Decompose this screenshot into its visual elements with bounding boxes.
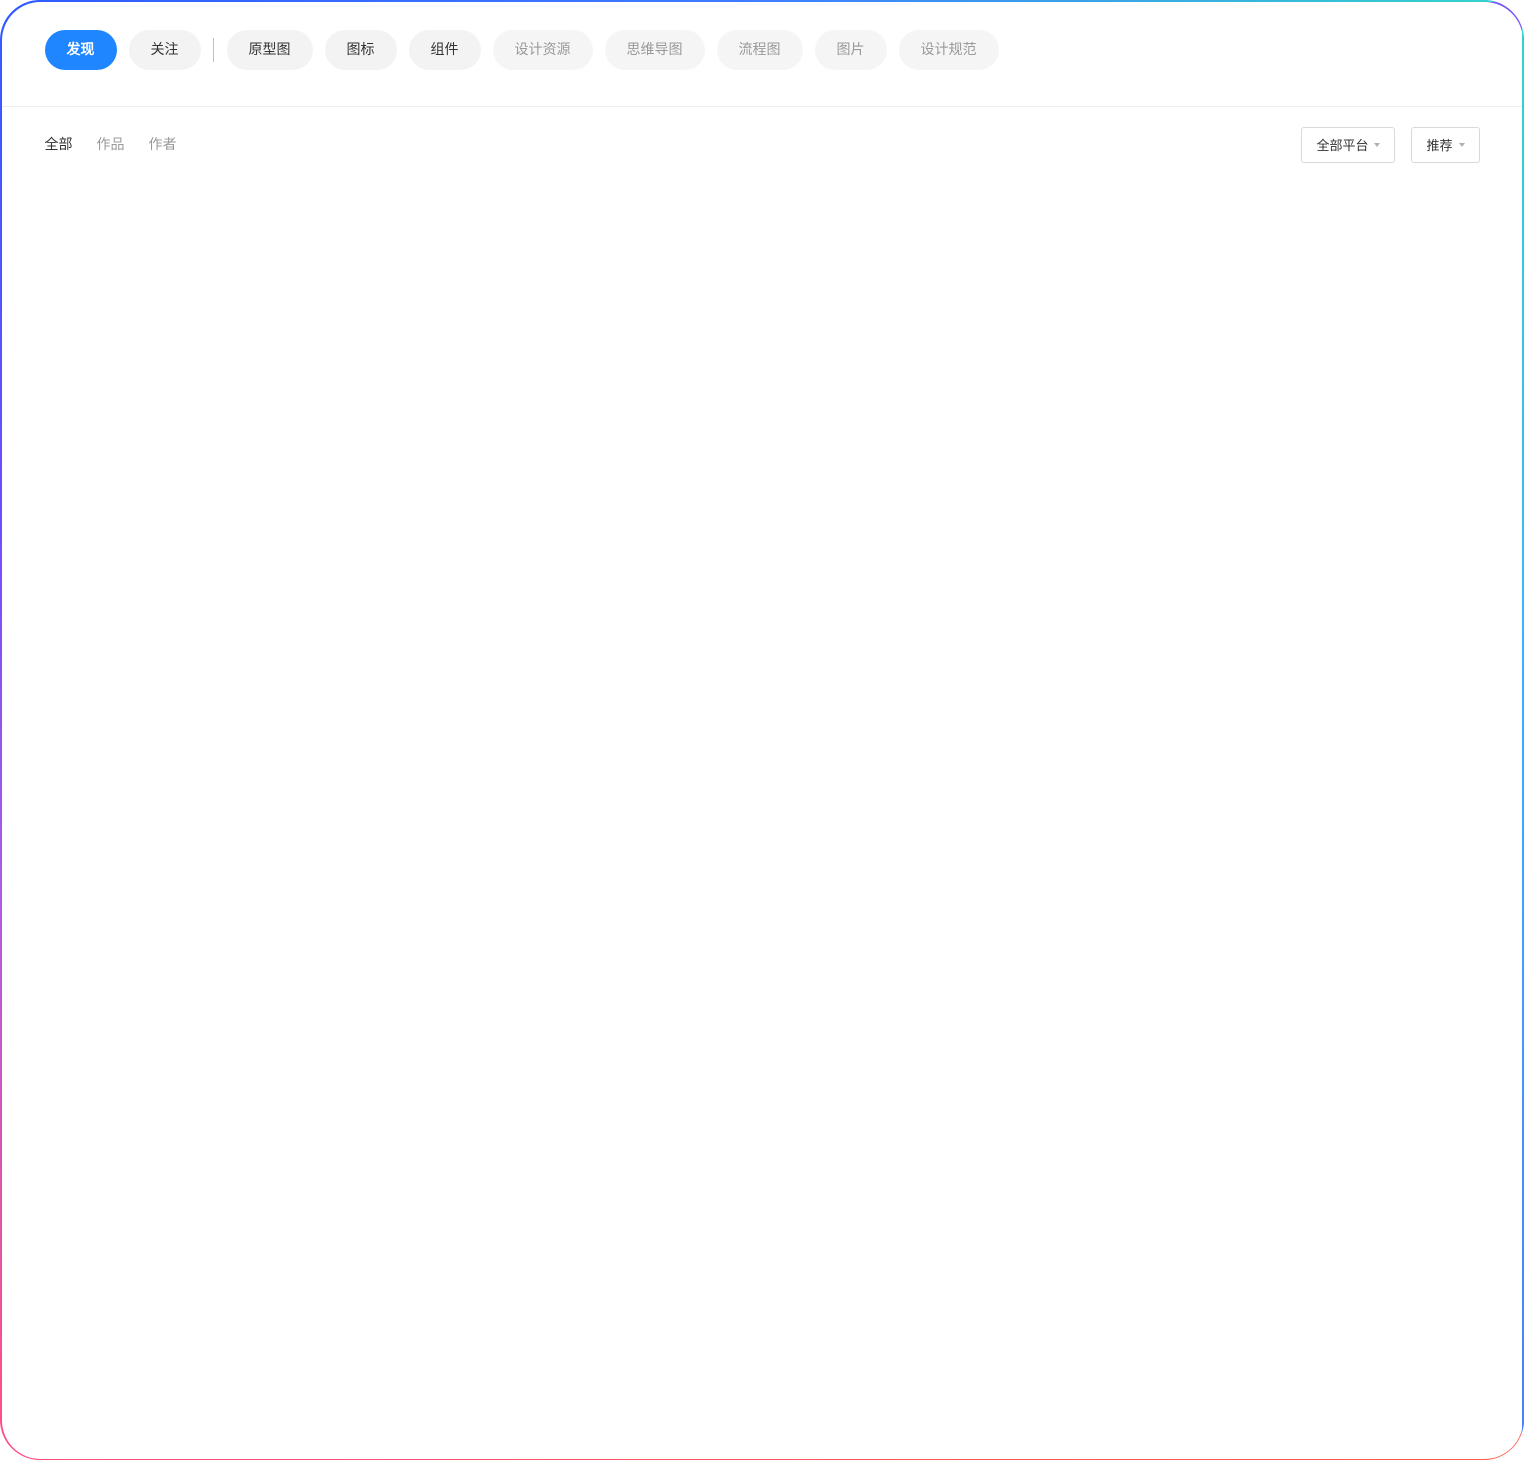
caret-down-icon bbox=[1458, 143, 1465, 147]
category-divider bbox=[212, 37, 214, 62]
app-window: 发现 关注 原型图 图标 组件 设计资源 思维导图 流程图 图片 设计规范 全部… bbox=[1, 1, 1523, 1459]
caret-down-icon bbox=[1374, 143, 1381, 147]
category-tab-following[interactable]: 关注 bbox=[128, 29, 201, 70]
category-tab-design-specs[interactable]: 设计规范 bbox=[898, 29, 999, 70]
category-tab-prototype[interactable]: 原型图 bbox=[226, 29, 313, 70]
platform-dropdown[interactable]: 全部平台 bbox=[1301, 126, 1396, 163]
category-pill-row: 发现 关注 原型图 图标 组件 设计资源 思维导图 流程图 图片 设计规范 bbox=[44, 29, 1011, 70]
filter-tab-authors[interactable]: 作者 bbox=[149, 134, 177, 154]
category-tab-images[interactable]: 图片 bbox=[814, 29, 887, 70]
platform-dropdown-label: 全部平台 bbox=[1316, 139, 1369, 154]
filter-tab-all[interactable]: 全部 bbox=[45, 134, 73, 154]
category-bar: 发现 关注 原型图 图标 组件 设计资源 思维导图 流程图 图片 设计规范 bbox=[1, 2, 1523, 107]
filter-tab-works[interactable]: 作品 bbox=[97, 134, 125, 154]
category-tab-components[interactable]: 组件 bbox=[408, 29, 481, 70]
category-tab-mind-map[interactable]: 思维导图 bbox=[604, 29, 705, 70]
content-area bbox=[2, 172, 1523, 1438]
sort-dropdown-label: 推荐 bbox=[1426, 139, 1453, 154]
app-window-frame: 发现 关注 原型图 图标 组件 设计资源 思维导图 流程图 图片 设计规范 全部… bbox=[0, 0, 1524, 1460]
filter-tabs: 全部 作品 作者 bbox=[45, 134, 201, 154]
sort-dropdown[interactable]: 推荐 bbox=[1411, 126, 1480, 163]
category-tab-design-resources[interactable]: 设计资源 bbox=[492, 29, 593, 70]
category-tab-discover[interactable]: 发现 bbox=[44, 29, 117, 70]
sort-controls: 全部平台 推荐 bbox=[1285, 126, 1480, 163]
category-tab-icons[interactable]: 图标 bbox=[324, 29, 397, 70]
category-tab-flowchart[interactable]: 流程图 bbox=[716, 29, 803, 70]
